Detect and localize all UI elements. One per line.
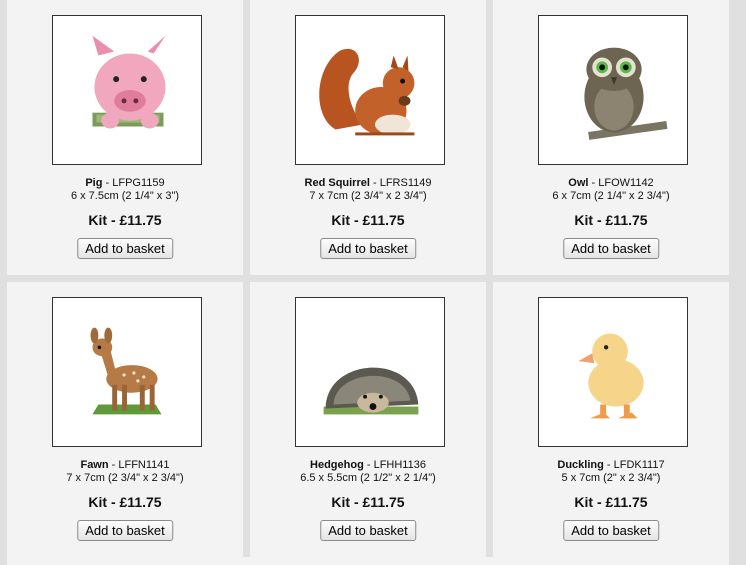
product-code: LFHH1136 bbox=[373, 459, 426, 471]
product-name: Pig bbox=[85, 177, 103, 189]
squirrel-icon bbox=[319, 48, 415, 136]
product-size: 5 x 7cm (2" x 2 3/4") bbox=[561, 472, 661, 484]
title-separator: - bbox=[102, 177, 113, 189]
hedgehog-icon bbox=[323, 367, 419, 415]
add-to-basket-button[interactable]: Add to basket bbox=[563, 238, 659, 259]
product-price: Kit - £11.75 bbox=[331, 494, 405, 510]
product-code: LFRS1149 bbox=[379, 177, 432, 189]
product-card-fawn: Fawn - LFFN1141 7 x 7cm (2 3/4" x 2 3/4"… bbox=[7, 282, 243, 557]
product-name: Red Squirrel bbox=[304, 177, 370, 189]
product-card-red-squirrel: Red Squirrel - LFRS1149 7 x 7cm (2 3/4" … bbox=[250, 0, 486, 275]
product-name: Hedgehog bbox=[310, 459, 364, 471]
product-card-pig: Pig - LFPG1159 6 x 7.5cm (2 1/4" x 3") K… bbox=[7, 0, 243, 275]
product-code: LFFN1141 bbox=[118, 459, 170, 471]
product-size: 7 x 7cm (2 3/4" x 2 3/4") bbox=[309, 190, 427, 202]
product-title: Hedgehog - LFHH1136 bbox=[250, 459, 486, 471]
add-to-basket-button[interactable]: Add to basket bbox=[320, 520, 416, 541]
title-separator: - bbox=[588, 177, 599, 189]
product-title: Owl - LFOW1142 bbox=[493, 177, 729, 189]
product-title: Red Squirrel - LFRS1149 bbox=[250, 177, 486, 189]
product-image-hedgehog[interactable] bbox=[295, 297, 445, 447]
product-image-duckling[interactable] bbox=[538, 297, 688, 447]
pig-icon bbox=[92, 35, 166, 129]
product-card-owl: Owl - LFOW1142 6 x 7cm (2 1/4" x 2 3/4")… bbox=[493, 0, 729, 275]
product-name: Owl bbox=[568, 177, 589, 189]
add-to-basket-button[interactable]: Add to basket bbox=[77, 520, 173, 541]
product-price: Kit - £11.75 bbox=[88, 212, 162, 228]
product-image-pig[interactable] bbox=[52, 15, 202, 165]
product-size: 6 x 7.5cm (2 1/4" x 3") bbox=[70, 190, 180, 202]
product-card-duckling: Duckling - LFDK1117 5 x 7cm (2" x 2 3/4"… bbox=[493, 282, 729, 557]
product-size: 6 x 7cm (2 1/4" x 2 3/4") bbox=[552, 190, 670, 202]
product-code: LFDK1117 bbox=[613, 459, 665, 471]
product-code: LFOW1142 bbox=[598, 177, 654, 189]
fawn-icon bbox=[90, 327, 162, 415]
product-title: Pig - LFPG1159 bbox=[7, 177, 243, 189]
product-name: Duckling bbox=[557, 459, 604, 471]
product-card-hedgehog: Hedgehog - LFHH1136 6.5 x 5.5cm (2 1/2" … bbox=[250, 282, 486, 557]
product-price: Kit - £11.75 bbox=[331, 212, 405, 228]
product-image-fawn[interactable] bbox=[52, 297, 202, 447]
product-price: Kit - £11.75 bbox=[574, 212, 648, 228]
product-image-owl[interactable] bbox=[538, 15, 688, 165]
product-title: Duckling - LFDK1117 bbox=[493, 459, 729, 471]
product-name: Fawn bbox=[80, 459, 109, 471]
product-grid: Pig - LFPG1159 6 x 7.5cm (2 1/4" x 3") K… bbox=[7, 0, 729, 557]
product-image-red-squirrel[interactable] bbox=[295, 15, 445, 165]
product-title: Fawn - LFFN1141 bbox=[7, 459, 243, 471]
product-code: LFPG1159 bbox=[112, 177, 165, 189]
duckling-icon bbox=[578, 333, 644, 419]
next-row-edge bbox=[7, 557, 729, 565]
owl-icon bbox=[584, 47, 668, 140]
title-separator: - bbox=[108, 459, 119, 471]
add-to-basket-button[interactable]: Add to basket bbox=[320, 238, 416, 259]
add-to-basket-button[interactable]: Add to basket bbox=[563, 520, 659, 541]
product-price: Kit - £11.75 bbox=[574, 494, 648, 510]
add-to-basket-button[interactable]: Add to basket bbox=[77, 238, 173, 259]
title-separator: - bbox=[363, 459, 374, 471]
product-size: 7 x 7cm (2 3/4" x 2 3/4") bbox=[66, 472, 184, 484]
product-size: 6.5 x 5.5cm (2 1/2" x 2 1/4") bbox=[300, 472, 436, 484]
title-separator: - bbox=[603, 459, 614, 471]
title-separator: - bbox=[369, 177, 380, 189]
product-price: Kit - £11.75 bbox=[88, 494, 162, 510]
